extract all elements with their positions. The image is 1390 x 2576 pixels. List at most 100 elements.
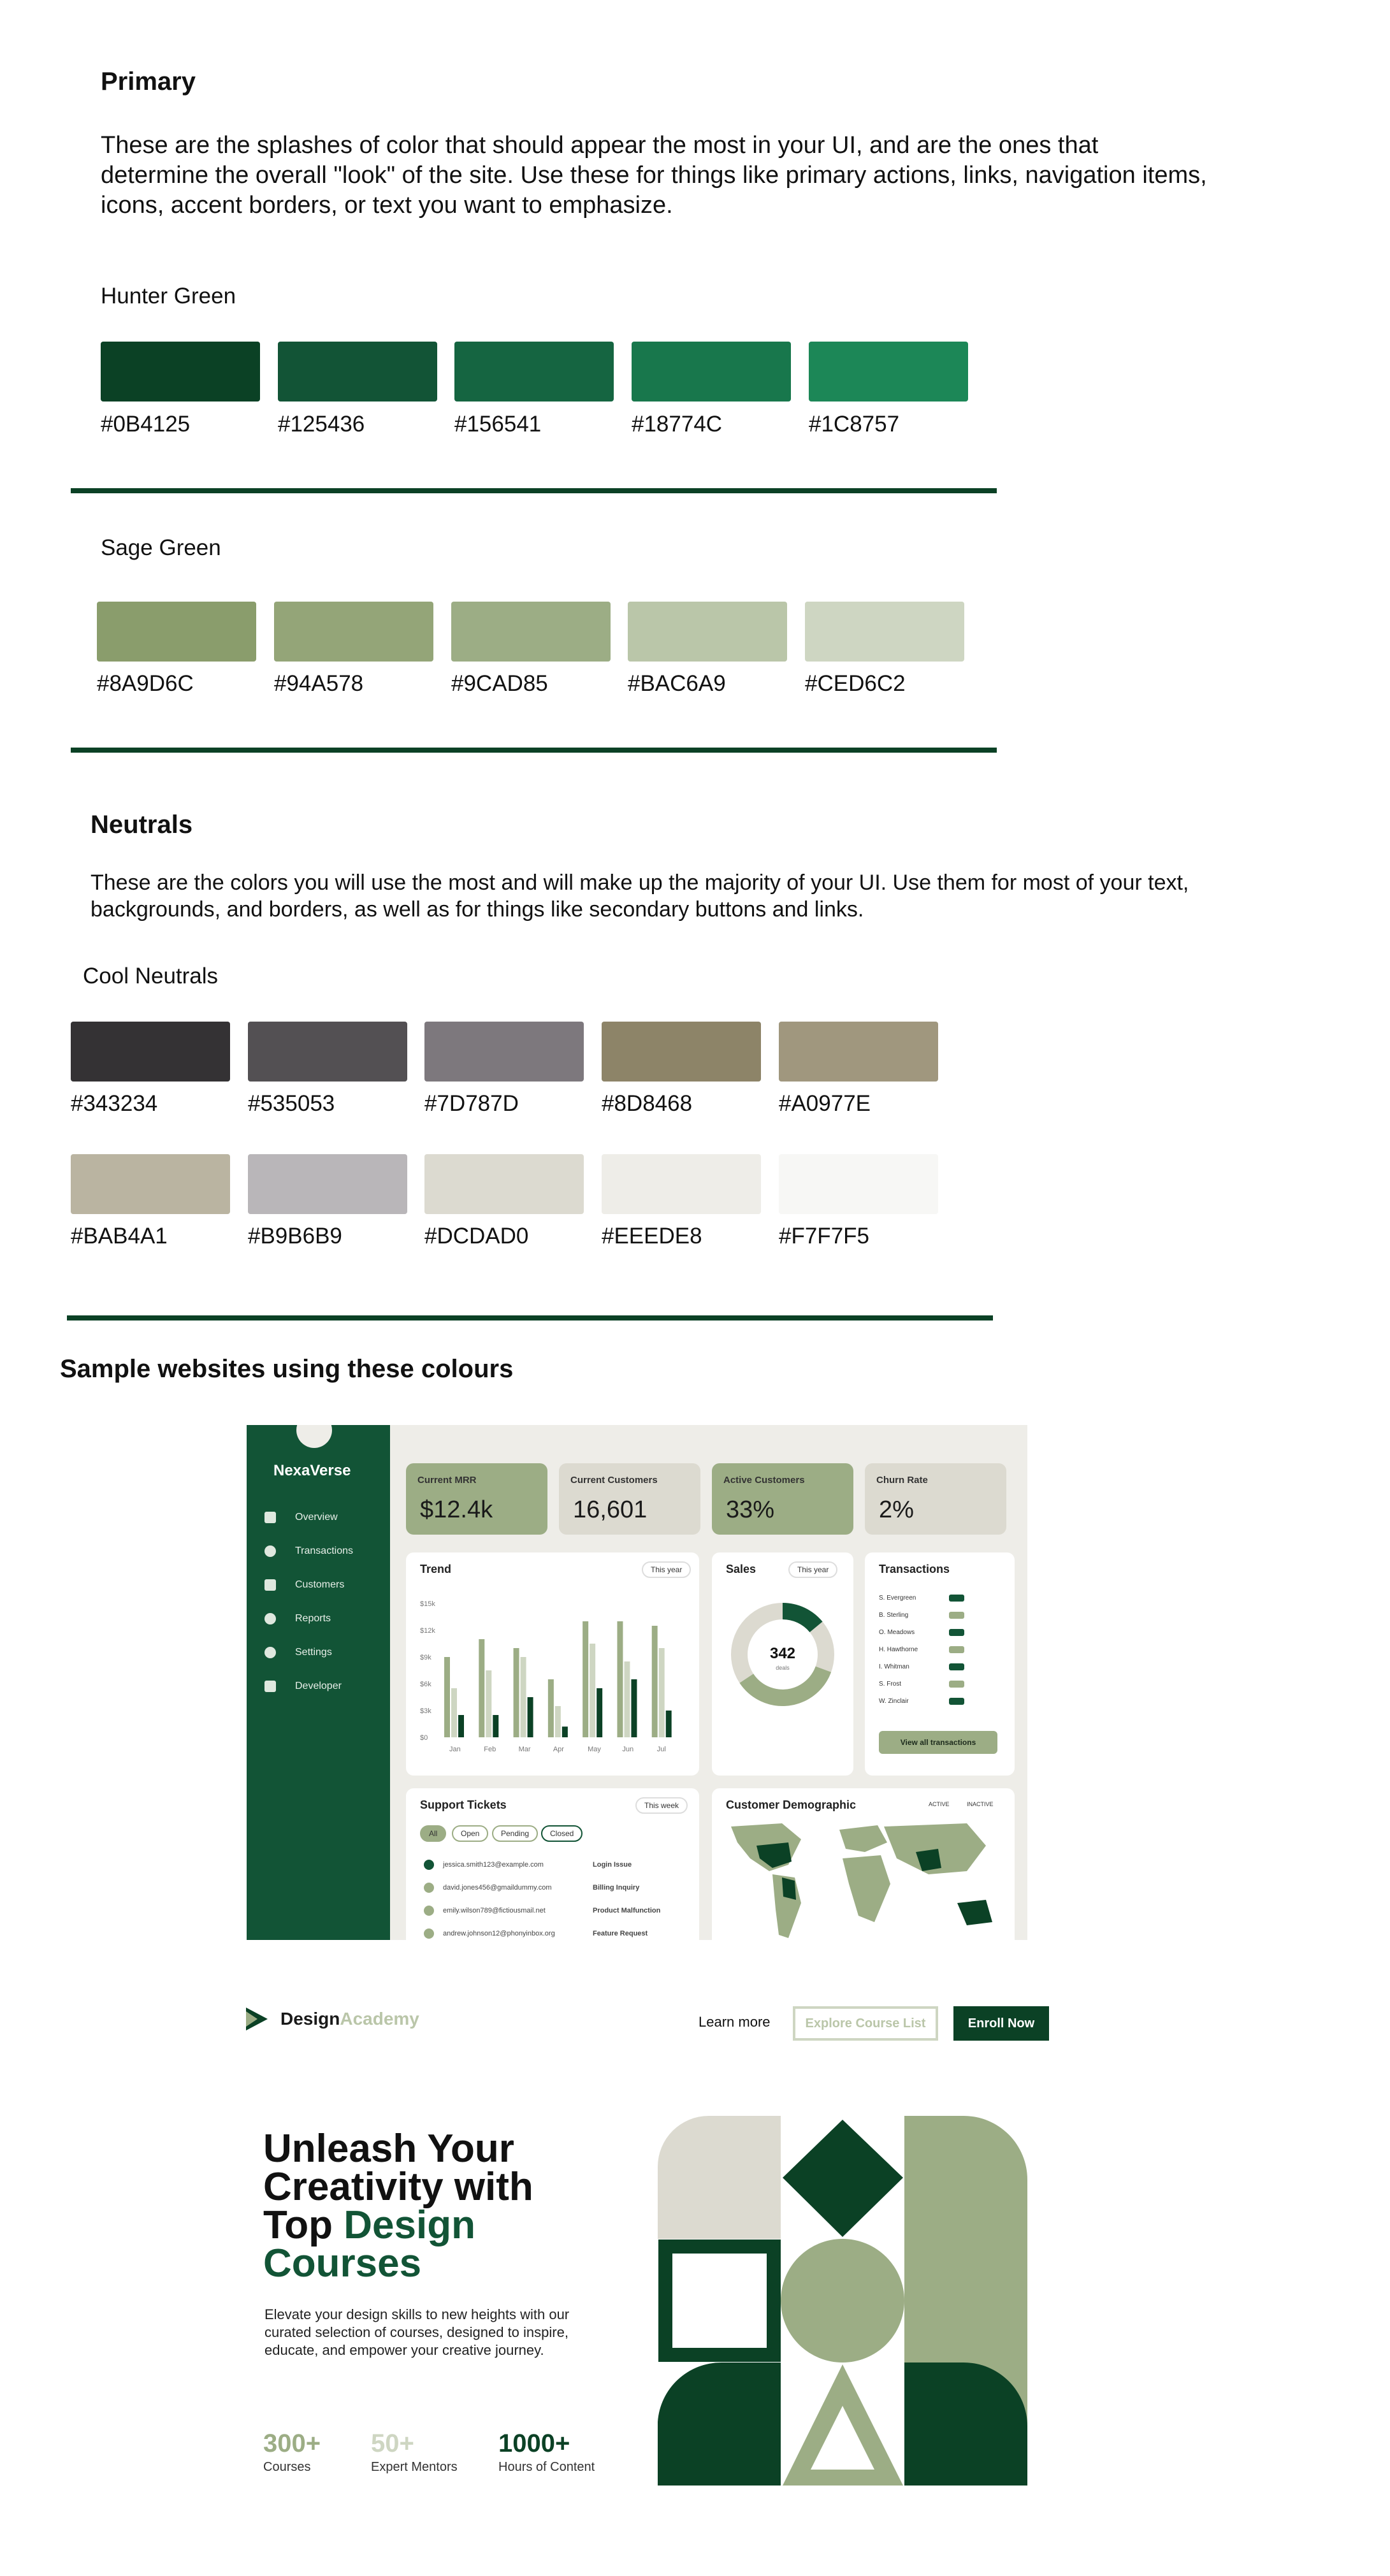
stat-hours-label: Hours of Content xyxy=(498,2460,595,2474)
hero-line-1: Unleash Your xyxy=(263,2127,514,2171)
kpi-title: Current Customers xyxy=(570,1475,658,1486)
nav-transactions[interactable]: Transactions xyxy=(264,1545,353,1557)
transaction-status-badge xyxy=(949,1595,964,1602)
gear-icon xyxy=(264,1647,276,1658)
divider xyxy=(67,1315,993,1321)
nav-reports[interactable]: Reports xyxy=(264,1613,331,1624)
customer-demographic-card: Customer Demographic ACTIVE INACTIVE xyxy=(712,1788,1015,1940)
transactions-title: Transactions xyxy=(879,1563,950,1575)
trend-bar xyxy=(665,1711,672,1737)
nav-settings[interactable]: Settings xyxy=(264,1647,332,1658)
stat-mentors-value: 50+ xyxy=(371,2429,414,2457)
hex-neutral-7: #B9B6B9 xyxy=(248,1224,342,1248)
ticket-row[interactable]: jessica.smith123@example.com Login Issue xyxy=(424,1860,632,1870)
swatch-hunter-4 xyxy=(632,342,791,402)
transaction-status-badge xyxy=(949,1612,964,1619)
transaction-status-badge xyxy=(949,1681,964,1688)
trend-bar xyxy=(631,1679,637,1737)
learn-more-link[interactable]: Learn more xyxy=(699,2014,771,2030)
trend-card: Trend This year $15k $12k $9k $6k $3k $0 Jan Fe… xyxy=(406,1552,699,1776)
trend-bar xyxy=(527,1697,533,1737)
ticket-row[interactable]: david.jones456@gmaildummy.com Billing Inq… xyxy=(424,1883,639,1893)
divider xyxy=(71,748,997,753)
avatar xyxy=(424,1906,434,1916)
cool-neutrals-label: Cool Neutrals xyxy=(83,964,219,988)
pill-open[interactable]: Open xyxy=(452,1825,489,1842)
hex-neutral-10: #F7F7F5 xyxy=(779,1224,869,1248)
explore-course-list-button[interactable]: Explore Course List xyxy=(793,2006,938,2041)
transaction-row[interactable]: W. Zinclair xyxy=(879,1698,1000,1705)
pill-pending[interactable]: Pending xyxy=(492,1825,539,1842)
swatch-sage-4 xyxy=(628,602,787,662)
y-tick: $6k xyxy=(420,1681,431,1688)
trend-bar xyxy=(479,1639,485,1737)
tickets-filter[interactable]: This week xyxy=(635,1797,688,1814)
swatch-neutral-1 xyxy=(71,1022,230,1082)
swatch-sage-3 xyxy=(451,602,611,662)
pie-icon xyxy=(264,1613,276,1624)
brand-part-academy: Academy xyxy=(340,2009,419,2029)
kpi-title: Current MRR xyxy=(417,1475,477,1486)
rocket-icon xyxy=(264,1681,276,1692)
nav-label: Settings xyxy=(295,1647,332,1658)
kpi-churn: Churn Rate 2% xyxy=(865,1463,1006,1535)
avatar xyxy=(424,1860,434,1870)
hex-neutral-3: #7D787D xyxy=(424,1091,519,1116)
transaction-row[interactable]: B. Sterling xyxy=(879,1612,1000,1619)
hero-line-4: Courses xyxy=(263,2241,422,2285)
kpi-title: Churn Rate xyxy=(876,1475,928,1486)
swatch-neutral-4 xyxy=(602,1022,761,1082)
transaction-status-badge xyxy=(949,1663,964,1670)
swatch-neutral-8 xyxy=(424,1154,584,1214)
ticket-row[interactable]: emily.wilson789@fictiousmail.net Product … xyxy=(424,1906,660,1916)
y-tick: $12k xyxy=(420,1627,435,1635)
ticket-issue: Product Malfunction xyxy=(593,1906,661,1914)
sales-card: Sales This year 342 deals xyxy=(712,1552,853,1776)
hex-neutral-5: #A0977E xyxy=(779,1091,871,1116)
transaction-row[interactable]: O. Meadows xyxy=(879,1629,1000,1636)
hero-line-2: Creativity with xyxy=(263,2165,533,2209)
avatar xyxy=(424,1883,434,1893)
swatch-hunter-5 xyxy=(809,342,968,402)
x-tick: May xyxy=(588,1746,601,1753)
kpi-customers: Current Customers 16,601 xyxy=(559,1463,700,1535)
trend-bar xyxy=(658,1648,665,1737)
trend-bar xyxy=(451,1688,457,1737)
nav-developer[interactable]: Developer xyxy=(264,1681,342,1692)
trend-bar xyxy=(561,1726,568,1737)
ticket-row[interactable]: andrew.johnson12@phonyinbox.org Feature R… xyxy=(424,1928,648,1939)
trend-bar xyxy=(624,1661,630,1737)
sales-filter[interactable]: This year xyxy=(788,1561,838,1578)
trend-bar xyxy=(520,1657,526,1737)
academy-brand[interactable]: DesignAcademy xyxy=(280,2009,419,2029)
trend-bar xyxy=(554,1706,561,1737)
hex-sage-4: #BAC6A9 xyxy=(628,671,726,696)
kpi-mrr: Current MRR $12.4k xyxy=(406,1463,547,1535)
sales-title: Sales xyxy=(726,1563,757,1575)
dashboard-sample: NexaVerse Overview Transactions Customer… xyxy=(247,1425,1027,1940)
sales-value: 342 xyxy=(769,1645,796,1662)
hero-geometric-art xyxy=(658,2116,1027,2486)
nav-overview[interactable]: Overview xyxy=(264,1512,338,1523)
hex-sage-5: #CED6C2 xyxy=(805,671,906,696)
nav-customers[interactable]: Customers xyxy=(264,1579,344,1591)
swatch-sage-2 xyxy=(274,602,433,662)
view-transactions-button[interactable]: View all transactions xyxy=(879,1731,997,1754)
transaction-row[interactable]: S. Evergreen xyxy=(879,1595,1000,1602)
transaction-row[interactable]: I. Whitman xyxy=(879,1663,1000,1670)
nav-label: Overview xyxy=(295,1512,338,1523)
enroll-now-button[interactable]: Enroll Now xyxy=(953,2006,1049,2041)
swatch-sage-1 xyxy=(97,602,256,662)
demographic-title: Customer Demographic xyxy=(726,1798,857,1811)
pill-all[interactable]: All xyxy=(420,1825,447,1842)
brand-logo-icon xyxy=(296,1425,332,1448)
transaction-row[interactable]: S. Frost xyxy=(879,1681,1000,1688)
hex-sage-3: #9CAD85 xyxy=(451,671,548,696)
sales-sub: deals xyxy=(776,1665,790,1671)
pill-closed[interactable]: Closed xyxy=(541,1825,583,1842)
swatch-neutral-2 xyxy=(248,1022,407,1082)
sage-green-label: Sage Green xyxy=(101,535,221,560)
hex-hunter-5: #1C8757 xyxy=(809,412,900,437)
transaction-row[interactable]: H. Hawthorne xyxy=(879,1646,1000,1653)
swatch-neutral-3 xyxy=(424,1022,584,1082)
